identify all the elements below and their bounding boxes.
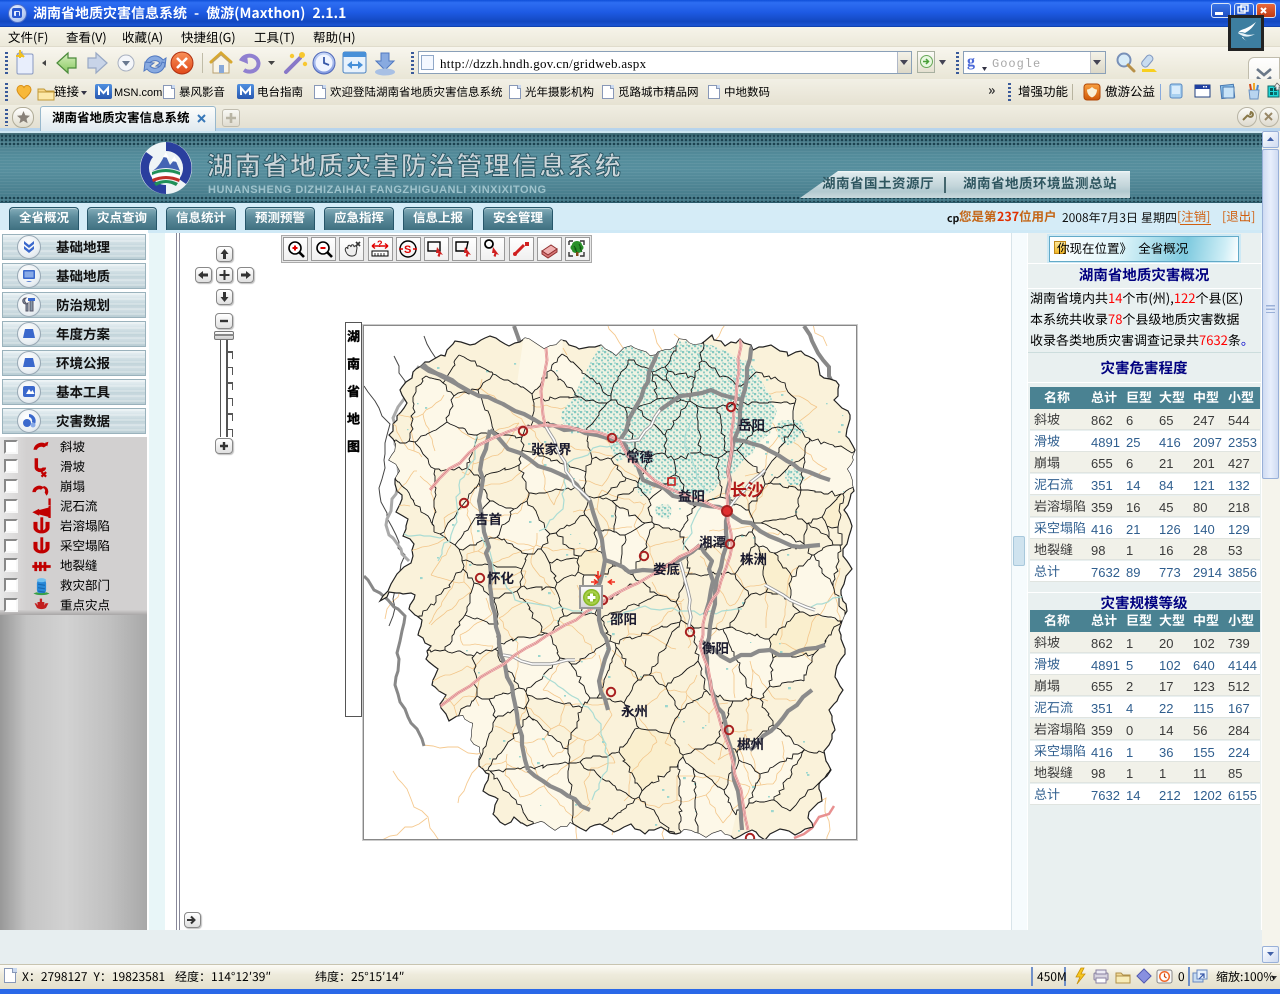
svg-text:S: S: [404, 244, 411, 256]
svg-text:?: ?: [377, 239, 383, 249]
